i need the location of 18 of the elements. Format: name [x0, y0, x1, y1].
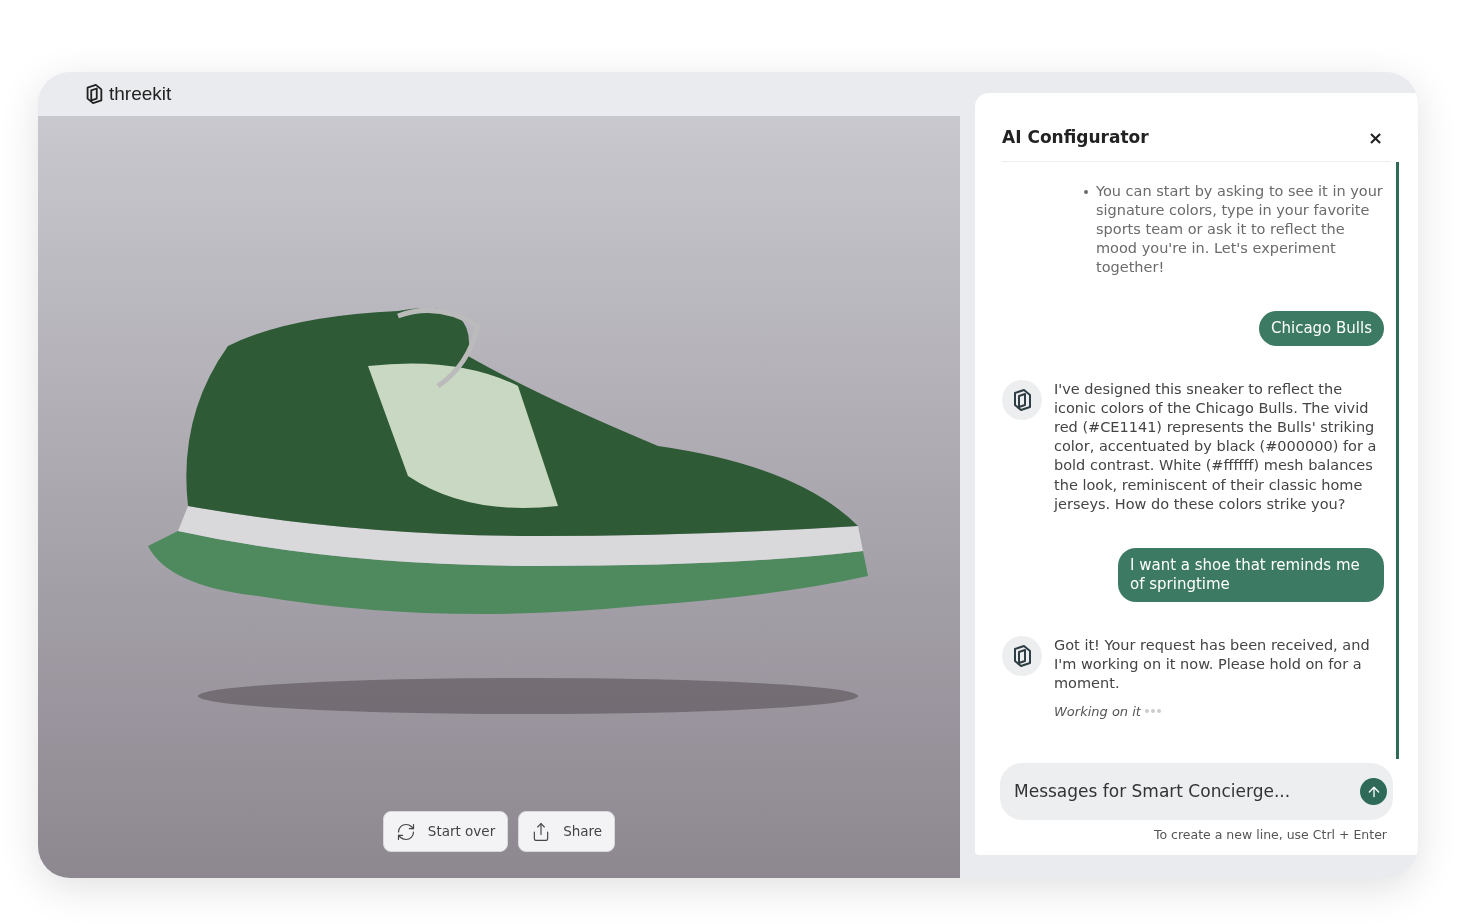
refresh-icon	[395, 821, 416, 842]
typing-dots-icon	[1144, 709, 1161, 714]
start-over-button[interactable]: Start over	[382, 811, 509, 852]
bullet-icon	[1084, 189, 1088, 194]
share-button[interactable]: Share	[518, 811, 616, 852]
hint-text: To create a new line, use Ctrl + Enter	[1152, 826, 1388, 845]
brand-name: threekit	[109, 81, 172, 106]
message-field[interactable]: Messages for Smart Concierge...	[1014, 779, 1360, 805]
user-message: I want a shoe that reminds me of springtime	[1118, 547, 1384, 602]
user-message: Chicago Bulls	[1259, 310, 1384, 346]
message-input[interactable]: Messages for Smart Concierge...	[1000, 763, 1393, 821]
status-text: Working on it	[1054, 702, 1141, 721]
tip-text: You can start by asking to see it in your signature colors, type in your favorite sports team or ask it to reflect the mood you're in. Let's experiment together!	[1096, 181, 1384, 277]
close-button[interactable]: ×	[1367, 128, 1383, 147]
panel-title: AI Configurator	[1002, 126, 1149, 149]
assistant-message: Got it! Your request has been received, and I'm working on it now. Please hold on for a moment.	[1054, 635, 1371, 694]
assistant-message: I've designed this sneaker to reflect the iconic colors of the Chicago Bulls. The vivid red (#CE1141) represents the Bulls' striking color, accentuated by black (#000000) for a bold contrast. White (#ffffff) mesh balances the look, reminiscent of their classic home jerseys. How do these colors strike you?	[1054, 379, 1378, 514]
send-button[interactable]	[1360, 778, 1387, 806]
